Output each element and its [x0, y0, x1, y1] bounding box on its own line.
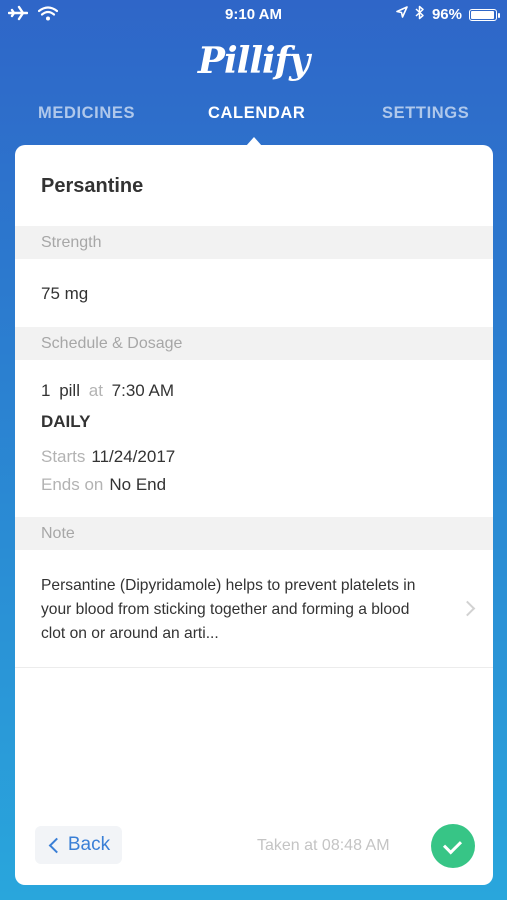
- note-header: Note: [15, 517, 493, 550]
- location-icon: [396, 6, 408, 23]
- strength-header: Strength: [15, 226, 493, 259]
- back-label: Back: [67, 834, 111, 855]
- chevron-right-icon: [459, 600, 476, 617]
- note-row[interactable]: Persantine (Dipyridamole) helps to preve…: [15, 550, 493, 668]
- tab-medicines[interactable]: MEDICINES: [38, 104, 135, 123]
- app-logo: Pillify: [197, 40, 310, 82]
- starts-value: 11/24/2017: [91, 447, 176, 466]
- starts-label: Starts: [41, 447, 86, 466]
- dose-line: 1 pill at 7:30 AM: [41, 381, 178, 401]
- back-button[interactable]: Back: [35, 826, 122, 864]
- battery-fill: [471, 10, 494, 19]
- note-text: Persantine (Dipyridamole) helps to preve…: [41, 577, 416, 642]
- tab-calendar[interactable]: CALENDAR: [208, 104, 305, 123]
- medicine-name: Persantine: [41, 175, 144, 197]
- dose-time: 7:30 AM: [111, 381, 175, 400]
- ends-value: No End: [109, 475, 167, 494]
- ends-label: Ends on: [41, 475, 104, 494]
- tab-bar: MEDICINES CALENDAR SETTINGS: [0, 104, 507, 128]
- chevron-left-icon: [48, 837, 65, 853]
- frequency: DAILY: [41, 412, 91, 431]
- schedule-header: Schedule & Dosage: [15, 327, 493, 360]
- battery-percent: 96%: [431, 6, 462, 23]
- at-label: at: [88, 381, 103, 400]
- ends-line: Ends on No End: [41, 475, 166, 495]
- status-right: 96%: [396, 5, 500, 24]
- confirm-taken-button[interactable]: [431, 824, 475, 868]
- bluetooth-icon: [415, 5, 425, 24]
- taken-status: Taken at 08:48 AM: [257, 837, 390, 854]
- status-bar: 9:10 AM 96%: [0, 0, 507, 30]
- battery-icon: [469, 8, 500, 21]
- strength-value: 75 mg: [41, 284, 89, 303]
- starts-line: Starts 11/24/2017: [41, 447, 175, 467]
- tab-settings[interactable]: SETTINGS: [382, 104, 469, 123]
- medicine-detail-card: Persantine Strength 75 mg Schedule & Dos…: [15, 145, 493, 885]
- dose-count: 1: [41, 381, 51, 400]
- dose-unit: pill: [59, 381, 80, 400]
